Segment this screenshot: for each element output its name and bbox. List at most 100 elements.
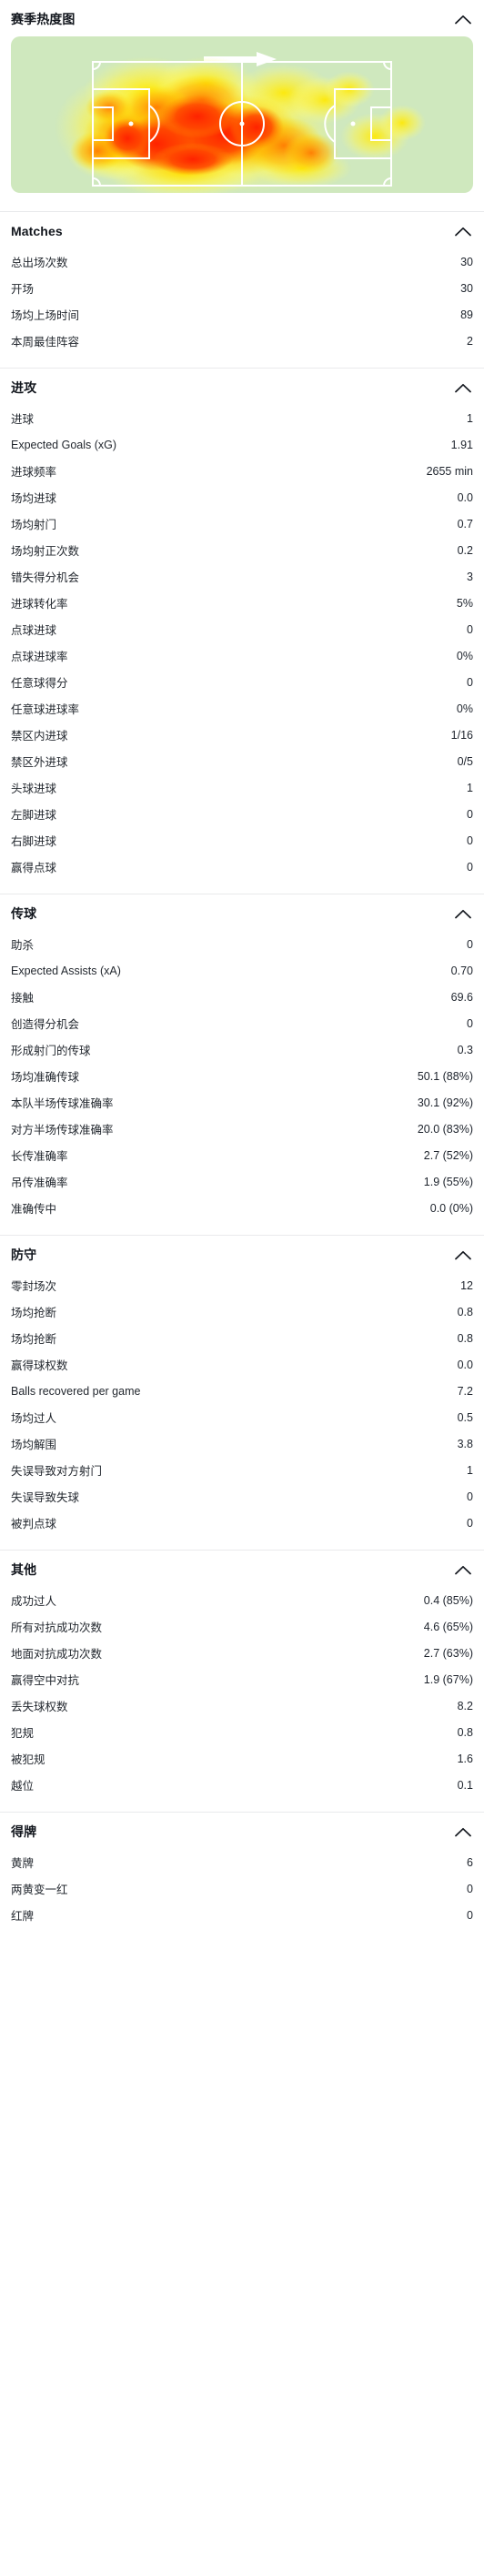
section-title-other: 其他 [11, 1562, 37, 1577]
chevron-up-icon[interactable] [453, 1560, 473, 1580]
stat-row: 所有对抗成功次数 4.6 (65%) [0, 1613, 484, 1640]
stat-label: 红牌 [11, 1910, 35, 1923]
stat-value: 0.0 (0%) [429, 1201, 473, 1215]
stat-value: 1.91 [450, 438, 473, 451]
stat-row: 越位 0.1 [0, 1772, 484, 1798]
stat-label: 被判点球 [11, 1518, 57, 1530]
section-title-defense: 防守 [11, 1248, 37, 1262]
stat-label: 形成射门的传球 [11, 1045, 91, 1057]
stat-label: Expected Assists (xA) [11, 964, 121, 977]
stat-row: 任意球得分 0 [0, 669, 484, 695]
stat-label: 场均射正次数 [11, 545, 80, 558]
stat-value: 0.4 (85%) [423, 1593, 473, 1607]
stat-value: 0/5 [457, 754, 473, 768]
stat-value: 7.2 [457, 1384, 473, 1398]
stat-row: 场均进球 0.0 [0, 484, 484, 510]
section-header-passing[interactable]: 传球 [0, 894, 484, 931]
stat-row: 场均解围 3.8 [0, 1430, 484, 1457]
stat-value: 0.5 [457, 1410, 473, 1424]
stat-label: 所有对抗成功次数 [11, 1621, 103, 1634]
stat-row: 被犯规 1.6 [0, 1745, 484, 1772]
stat-label: 赢得球权数 [11, 1359, 68, 1372]
stat-value: 0.1 [457, 1778, 473, 1792]
stat-row: 场均射门 0.7 [0, 510, 484, 537]
stat-label: 长传准确率 [11, 1150, 68, 1163]
stat-row: Balls recovered per game 7.2 [0, 1378, 484, 1404]
stat-label: 本周最佳阵容 [11, 336, 80, 349]
stat-value: 3.8 [457, 1437, 473, 1450]
stat-value: 1 [467, 1463, 473, 1477]
section-header-other[interactable]: 其他 [0, 1551, 484, 1587]
stat-label: 吊传准确率 [11, 1177, 68, 1189]
stat-row: 进球转化率 5% [0, 590, 484, 616]
section-matches: Matches 总出场次数 30 开场 30 场均上场时间 89 本周最佳阵容 2 [0, 211, 484, 362]
stat-label: 场均射门 [11, 519, 57, 531]
stat-value: 4.6 (65%) [423, 1620, 473, 1633]
section-header-defense[interactable]: 防守 [0, 1236, 484, 1272]
stat-value: 0 [467, 675, 473, 689]
section-title-matches: Matches [11, 224, 63, 238]
stat-sections: Matches 总出场次数 30 开场 30 场均上场时间 89 本周最佳阵容 2 进攻 进球 1 Ex… [0, 211, 484, 1936]
section-header-matches[interactable]: Matches [0, 212, 484, 248]
stat-label: Balls recovered per game [11, 1384, 141, 1398]
stat-row: 进球 1 [0, 405, 484, 431]
stat-row: 创造得分机会 0 [0, 1010, 484, 1036]
stat-label: 左脚进球 [11, 809, 57, 822]
stat-label: 错失得分机会 [11, 571, 80, 584]
stat-row: 本周最佳阵容 2 [0, 328, 484, 354]
chevron-up-icon[interactable] [453, 221, 473, 241]
stat-row: 长传准确率 2.7 (52%) [0, 1142, 484, 1168]
stat-value: 0 [467, 1490, 473, 1503]
stat-row: 进球频率 2655 min [0, 458, 484, 484]
section-passing: 传球 助杀 0 Expected Assists (xA) 0.70 接触 69.6 创造得分… [0, 894, 484, 1229]
stat-label: 场均过人 [11, 1412, 57, 1425]
stat-label: 进球频率 [11, 466, 57, 479]
stat-row: 右脚进球 0 [0, 827, 484, 854]
stat-label: 准确传中 [11, 1203, 57, 1216]
stat-label: 场均解围 [11, 1439, 57, 1451]
chevron-up-icon[interactable] [453, 378, 473, 398]
stat-label: 被犯规 [11, 1753, 45, 1766]
heatmap-section-header[interactable]: 赛季热度图 [0, 0, 484, 36]
chevron-up-icon[interactable] [453, 904, 473, 924]
stat-row: 头球进球 1 [0, 774, 484, 801]
stat-value: 0 [467, 937, 473, 951]
chevron-up-icon[interactable] [453, 1245, 473, 1265]
stat-row: 犯规 0.8 [0, 1719, 484, 1745]
stat-label: 任意球进球率 [11, 703, 80, 716]
heatmap-title: 赛季热度图 [11, 12, 76, 26]
stat-row: 场均准确传球 50.1 (88%) [0, 1063, 484, 1089]
stat-label: 禁区内进球 [11, 730, 68, 742]
stat-value: 0.8 [457, 1305, 473, 1318]
stat-value: 0% [456, 702, 473, 715]
stat-label: 场均准确传球 [11, 1071, 80, 1084]
chevron-up-icon[interactable] [453, 9, 473, 29]
section-header-attack[interactable]: 进攻 [0, 369, 484, 405]
stat-value: 0 [467, 807, 473, 821]
stat-label: 失误导致对方射门 [11, 1465, 103, 1478]
stat-row: 禁区外进球 0/5 [0, 748, 484, 774]
chevron-up-icon[interactable] [453, 1822, 473, 1842]
stat-value: 1 [467, 781, 473, 794]
section-title-cards: 得牌 [11, 1824, 37, 1839]
stat-row: 零封场次 12 [0, 1272, 484, 1298]
stat-row: 接触 69.6 [0, 984, 484, 1010]
stat-row: 形成射门的传球 0.3 [0, 1036, 484, 1063]
stat-label: 场均进球 [11, 492, 57, 505]
stat-row: 成功过人 0.4 (85%) [0, 1587, 484, 1613]
stat-row: 场均过人 0.5 [0, 1404, 484, 1430]
stat-value: 1.9 (55%) [423, 1175, 473, 1188]
stat-row: Expected Goals (xG) 1.91 [0, 431, 484, 458]
stat-value: 6 [467, 1855, 473, 1869]
stat-value: 1/16 [450, 728, 473, 742]
section-header-cards[interactable]: 得牌 [0, 1813, 484, 1849]
stat-label: 成功过人 [11, 1595, 57, 1608]
stat-value: 0.2 [457, 543, 473, 557]
stat-row: 黄牌 6 [0, 1849, 484, 1875]
stat-value: 30 [460, 281, 473, 295]
stat-value: 50.1 (88%) [417, 1069, 473, 1083]
stat-value: 2.7 (63%) [423, 1646, 473, 1660]
